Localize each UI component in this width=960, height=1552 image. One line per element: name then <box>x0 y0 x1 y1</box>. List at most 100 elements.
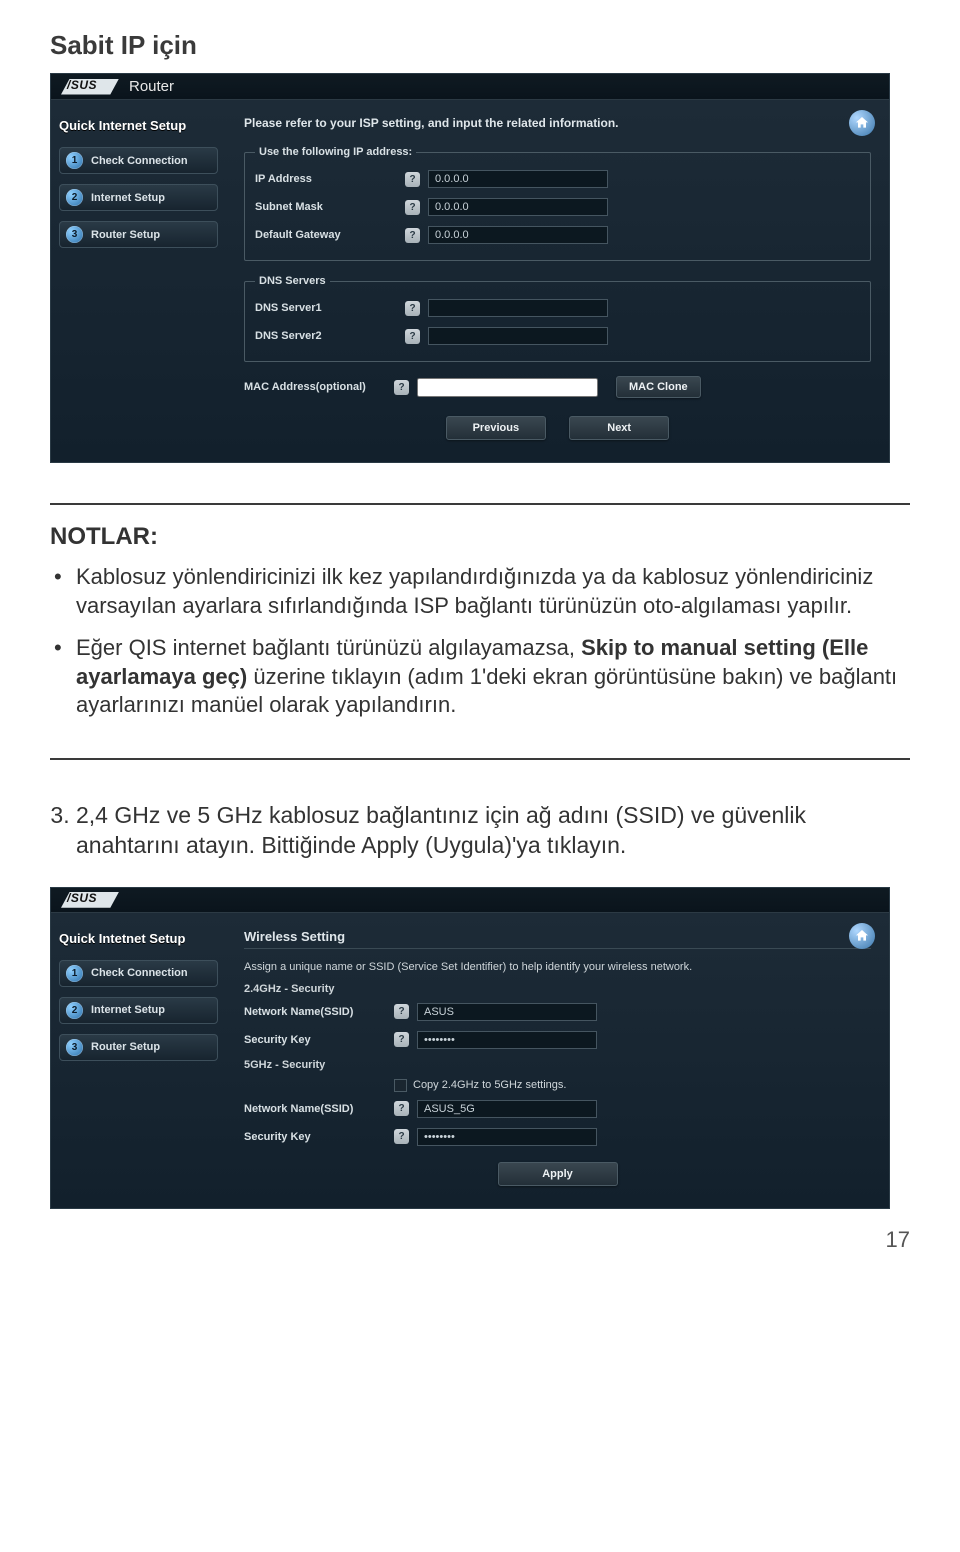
dns1-input[interactable] <box>428 299 608 317</box>
ssid5-row: Network Name(SSID) ? <box>244 1100 871 1118</box>
note-item-1: Kablosuz yönlendiricinizi ilk kez yapıla… <box>76 563 910 620</box>
sidebar-step-2[interactable]: 2 Internet Setup <box>59 997 218 1024</box>
sidebar-step-3[interactable]: 3 Router Setup <box>59 1034 218 1061</box>
step-label: Internet Setup <box>91 192 165 204</box>
key5-row: Security Key ? <box>244 1128 871 1146</box>
gateway-label: Default Gateway <box>255 229 405 241</box>
dns-fieldset: DNS Servers DNS Server1 ? DNS Server2 ? <box>244 275 871 362</box>
dns1-row: DNS Server1 ? <box>255 299 860 317</box>
next-button[interactable]: Next <box>569 416 669 440</box>
ssid5-input[interactable] <box>417 1100 597 1118</box>
step-badge-2: 2 <box>66 189 83 206</box>
help-icon[interactable]: ? <box>405 228 420 243</box>
key24-input[interactable] <box>417 1031 597 1049</box>
previous-button[interactable]: Previous <box>446 416 546 440</box>
key24-row: Security Key ? <box>244 1031 871 1049</box>
panel-instruction: Assign a unique name or SSID (Service Se… <box>244 961 871 973</box>
panel-title: Wireless Setting <box>244 929 871 944</box>
sidebar-step-1[interactable]: 1 Check Connection <box>59 147 218 174</box>
step-badge-1: 1 <box>66 965 83 982</box>
ssid24-input[interactable] <box>417 1003 597 1021</box>
router-screenshot-2: Quick Intetnet Setup 1 Check Connection … <box>50 887 890 1209</box>
subnet-input[interactable] <box>428 198 608 216</box>
note-item-2: Eğer QIS internet bağlantı türünüzü algı… <box>76 634 910 720</box>
sidebar-heading: Quick Internet Setup <box>59 118 218 133</box>
dns2-label: DNS Server2 <box>255 330 405 342</box>
help-icon[interactable]: ? <box>394 1032 409 1047</box>
sidebar-step-2[interactable]: 2 Internet Setup <box>59 184 218 211</box>
main-panel: Please refer to your ISP setting, and in… <box>226 100 889 462</box>
dns-legend: DNS Servers <box>255 275 330 287</box>
nav-buttons: Previous Next <box>244 416 871 440</box>
notes-heading: NOTLAR: <box>50 523 910 551</box>
step-label: Check Connection <box>91 155 188 167</box>
help-icon[interactable]: ? <box>405 329 420 344</box>
dns1-label: DNS Server1 <box>255 302 405 314</box>
separator <box>244 948 871 949</box>
key5-label: Security Key <box>244 1131 394 1143</box>
mac-clone-button[interactable]: MAC Clone <box>616 376 701 398</box>
mac-label: MAC Address(optional) <box>244 381 394 393</box>
help-icon[interactable]: ? <box>405 301 420 316</box>
step-label: Router Setup <box>91 1041 160 1053</box>
ip-address-input[interactable] <box>428 170 608 188</box>
section-24ghz-heading: 2.4GHz - Security <box>244 983 871 995</box>
step-list: 2,4 GHz ve 5 GHz kablosuz bağlantınız iç… <box>76 800 910 861</box>
ip-address-row: IP Address ? <box>255 170 860 188</box>
step-badge-1: 1 <box>66 152 83 169</box>
asus-logo <box>61 892 119 908</box>
ip-address-label: IP Address <box>255 173 405 185</box>
apply-row: Apply <box>244 1162 871 1186</box>
step-label: Internet Setup <box>91 1004 165 1016</box>
gateway-input[interactable] <box>428 226 608 244</box>
ip-fieldset: Use the following IP address: IP Address… <box>244 146 871 261</box>
sidebar-step-3[interactable]: 3 Router Setup <box>59 221 218 248</box>
copy-row: Copy 2.4GHz to 5GHz settings. <box>394 1079 871 1092</box>
step-badge-2: 2 <box>66 1002 83 1019</box>
asus-logo <box>61 79 119 95</box>
help-icon[interactable]: ? <box>405 172 420 187</box>
sidebar: Quick Internet Setup 1 Check Connection … <box>51 100 226 462</box>
sidebar-heading: Quick Intetnet Setup <box>59 931 218 946</box>
sidebar-step-1[interactable]: 1 Check Connection <box>59 960 218 987</box>
subnet-row: Subnet Mask ? <box>255 198 860 216</box>
help-icon[interactable]: ? <box>394 1004 409 1019</box>
gateway-row: Default Gateway ? <box>255 226 860 244</box>
router-titlebar: Router <box>51 74 889 100</box>
mac-input[interactable] <box>417 378 598 397</box>
help-icon[interactable]: ? <box>394 1129 409 1144</box>
ssid24-label: Network Name(SSID) <box>244 1006 394 1018</box>
ssid5-label: Network Name(SSID) <box>244 1103 394 1115</box>
product-name: Router <box>129 78 174 95</box>
section-title: Sabit IP için <box>50 30 910 61</box>
ssid24-row: Network Name(SSID) ? <box>244 1003 871 1021</box>
router-titlebar <box>51 888 889 913</box>
page-number: 17 <box>50 1227 910 1253</box>
main-panel: Wireless Setting Assign a unique name or… <box>226 913 889 1208</box>
step-label: Check Connection <box>91 967 188 979</box>
step-3-text: 2,4 GHz ve 5 GHz kablosuz bağlantınız iç… <box>76 800 910 861</box>
help-icon[interactable]: ? <box>394 1101 409 1116</box>
apply-button[interactable]: Apply <box>498 1162 618 1186</box>
instruction-text: Please refer to your ISP setting, and in… <box>244 116 871 130</box>
dns2-input[interactable] <box>428 327 608 345</box>
subnet-label: Subnet Mask <box>255 201 405 213</box>
section-5ghz-heading: 5GHz - Security <box>244 1059 871 1071</box>
router-screenshot-1: Router Quick Internet Setup 1 Check Conn… <box>50 73 890 463</box>
dns2-row: DNS Server2 ? <box>255 327 860 345</box>
step-label: Router Setup <box>91 229 160 241</box>
notes-box: NOTLAR: Kablosuz yönlendiricinizi ilk ke… <box>50 503 910 760</box>
ip-legend: Use the following IP address: <box>255 146 416 158</box>
home-icon[interactable] <box>849 923 875 949</box>
mac-row: MAC Address(optional) ? MAC Clone <box>244 376 871 398</box>
sidebar: Quick Intetnet Setup 1 Check Connection … <box>51 913 226 1208</box>
step-badge-3: 3 <box>66 1039 83 1056</box>
copy-checkbox[interactable] <box>394 1079 407 1092</box>
step-badge-3: 3 <box>66 226 83 243</box>
key24-label: Security Key <box>244 1034 394 1046</box>
key5-input[interactable] <box>417 1128 597 1146</box>
home-icon[interactable] <box>849 110 875 136</box>
help-icon[interactable]: ? <box>405 200 420 215</box>
copy-label: Copy 2.4GHz to 5GHz settings. <box>413 1079 566 1091</box>
help-icon[interactable]: ? <box>394 380 409 395</box>
